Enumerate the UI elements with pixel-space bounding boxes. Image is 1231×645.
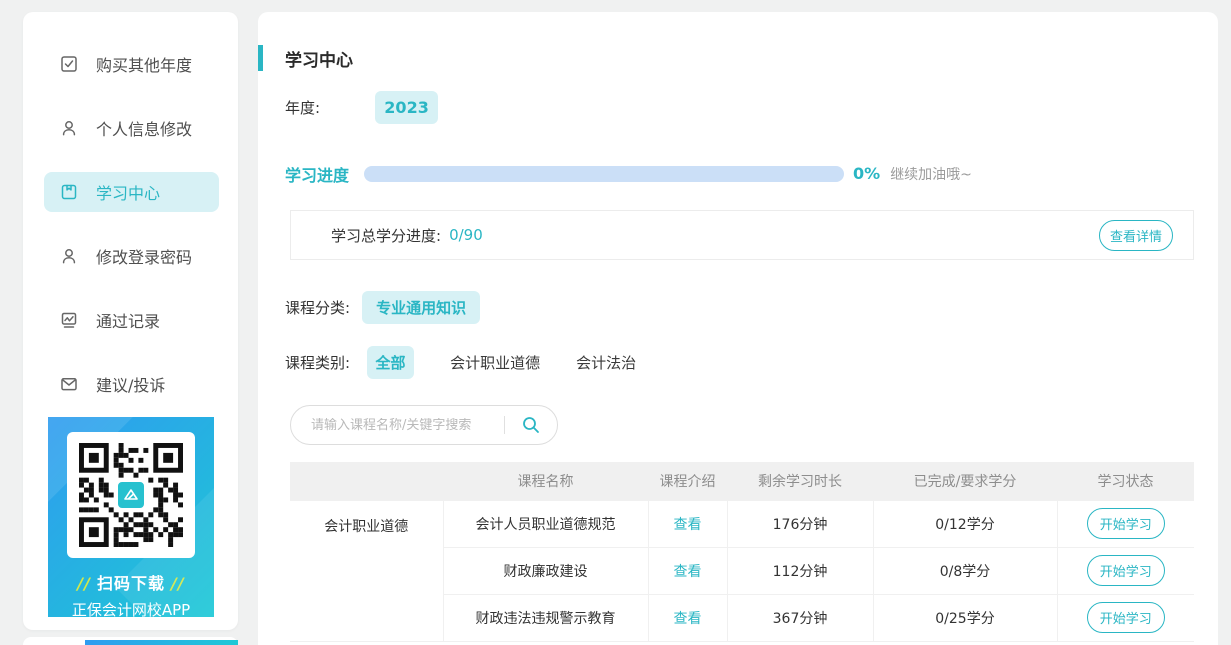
progress-percent: 0%: [853, 164, 881, 183]
duration-cell: 367分钟: [727, 593, 874, 642]
checkbox-icon: [60, 55, 78, 73]
table-row: 会计职业道德 会计人员职业道德规范 查看 176分钟 0/12学分 开始学习: [290, 499, 1194, 642]
next-sidebar-card-partial: [23, 637, 238, 645]
start-learning-button[interactable]: 开始学习: [1086, 555, 1165, 586]
sidebar: 购买其他年度 个人信息修改 学习中心 修改登录密码 通过记录 建议/投诉 // …: [23, 12, 238, 630]
app-logo-icon: [116, 480, 146, 510]
type-chip-all[interactable]: 全部: [367, 346, 415, 379]
title-accent-bar: [258, 45, 263, 71]
sidebar-item-buy-other-years[interactable]: 购买其他年度: [44, 44, 219, 84]
sidebar-menu: 购买其他年度 个人信息修改 学习中心 修改登录密码 通过记录 建议/投诉: [23, 12, 238, 404]
course-name-cell: 财政违法违规警示教育: [443, 593, 649, 642]
sidebar-item-label: 学习中心: [96, 184, 161, 203]
sidebar-item-label: 通过记录: [96, 312, 161, 331]
header-course-intro: 课程介绍: [648, 462, 727, 500]
page-header: 学习中心: [258, 44, 353, 72]
type-option-accounting-law[interactable]: 会计法治: [576, 352, 636, 373]
header-status: 学习状态: [1057, 462, 1194, 500]
year-label: 年度:: [285, 99, 321, 117]
duration-cell: 112分钟: [727, 546, 874, 595]
partial-banner: [85, 640, 238, 645]
app-download-banner[interactable]: //扫码下载// 正保会计网校APP: [48, 417, 214, 617]
user-icon: [60, 247, 78, 265]
credits-cell: 0/12学分: [873, 499, 1058, 548]
progress-hint: 继续加油哦~: [890, 166, 972, 183]
course-name-cell: 财政廉政建设: [443, 546, 649, 595]
sidebar-item-change-password[interactable]: 修改登录密码: [44, 236, 219, 276]
sidebar-item-label: 修改登录密码: [96, 248, 193, 267]
user-icon: [60, 119, 78, 137]
start-learning-button[interactable]: 开始学习: [1086, 508, 1165, 539]
credit-value: 0/90: [449, 226, 483, 244]
qr-code: [67, 432, 195, 558]
envelope-icon: [60, 375, 78, 393]
sidebar-item-label: 建议/投诉: [96, 376, 166, 395]
total-credit-progress-box: 学习总学分进度: 0/90 查看详情: [290, 210, 1194, 260]
type-label: 课程类别:: [285, 354, 351, 372]
duration-cell: 176分钟: [727, 499, 874, 548]
year-filter-row: 年度: 2023: [285, 91, 439, 124]
learning-center-panel: 学习中心 年度: 2023 学习进度 0% 继续加油哦~ 添加绑定 学习总学分进…: [258, 12, 1218, 645]
sidebar-item-personal-info[interactable]: 个人信息修改: [44, 108, 219, 148]
search-icon: [523, 417, 539, 433]
header-remaining-time: 剩余学习时长: [727, 462, 873, 500]
sidebar-item-label: 个人信息修改: [96, 120, 193, 139]
slash-decoration: //: [77, 574, 91, 593]
table-header-row: 课程名称 课程介绍 剩余学习时长 已完成/要求学分 学习状态: [290, 462, 1194, 500]
view-course-link[interactable]: 查看: [674, 611, 702, 627]
sidebar-item-suggestions[interactable]: 建议/投诉: [44, 364, 219, 404]
page-title: 学习中心: [285, 50, 353, 71]
course-category-row: 课程分类: 专业通用知识: [285, 291, 481, 324]
course-type-row: 课程类别: 全部 会计职业道德 会计法治: [285, 346, 636, 379]
header-course-name: 课程名称: [443, 462, 648, 500]
sidebar-item-learning-center[interactable]: 学习中心: [44, 172, 219, 212]
year-chip-2023[interactable]: 2023: [375, 91, 439, 124]
record-chart-icon: [60, 311, 78, 329]
credits-cell: 0/8学分: [873, 546, 1058, 595]
header-credits: 已完成/要求学分: [873, 462, 1057, 500]
category-label: 课程分类:: [285, 299, 351, 317]
start-learning-button[interactable]: 开始学习: [1086, 602, 1165, 633]
header-category: [290, 462, 443, 500]
category-chip-general-knowledge[interactable]: 专业通用知识: [362, 291, 481, 324]
course-table: 课程名称 课程介绍 剩余学习时长 已完成/要求学分 学习状态 会计职业道德 会计…: [290, 462, 1194, 642]
sidebar-item-label: 购买其他年度: [96, 56, 193, 75]
course-search-box: [290, 405, 558, 445]
credits-cell: 0/25学分: [873, 593, 1058, 642]
sidebar-item-pass-records[interactable]: 通过记录: [44, 300, 219, 340]
type-option-accounting-ethics[interactable]: 会计职业道德: [450, 352, 540, 373]
progress-row: 学习进度 0% 继续加油哦~ 添加绑定: [285, 155, 1191, 192]
credit-label: 学习总学分进度:: [331, 226, 442, 245]
category-cell: 会计职业道德: [290, 499, 444, 642]
progress-label: 学习进度: [285, 165, 350, 185]
progress-bar: [364, 165, 845, 182]
course-name-cell: 会计人员职业道德规范: [443, 499, 649, 548]
bookmark-square-icon: [60, 183, 78, 201]
search-input[interactable]: [311, 417, 504, 433]
view-details-button[interactable]: 查看详情: [1099, 219, 1173, 251]
search-button[interactable]: [505, 406, 557, 444]
view-course-link[interactable]: 查看: [674, 564, 702, 580]
view-course-link[interactable]: 查看: [674, 517, 702, 533]
